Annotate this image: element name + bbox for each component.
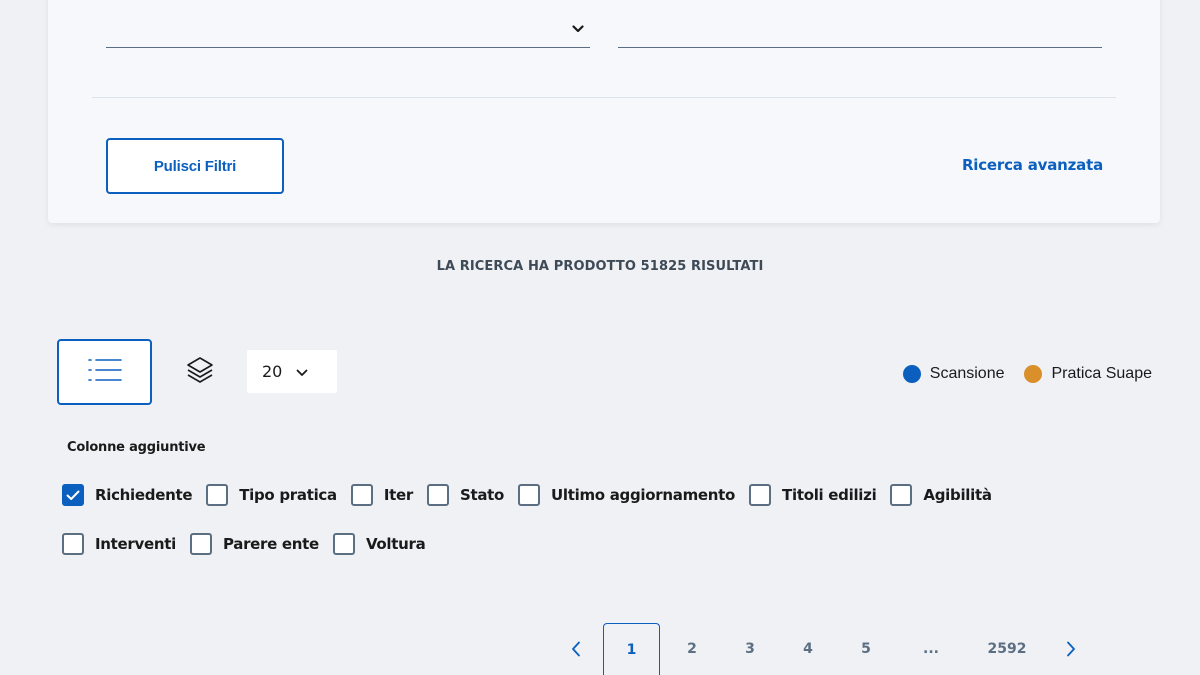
checkbox-label: Richiedente <box>95 486 193 504</box>
additional-columns-title: Colonne aggiuntive <box>67 440 206 455</box>
checkbox-richiedente[interactable]: Richiedente <box>62 484 193 506</box>
columns-row-1: Richiedente Tipo pratica Iter Stato Ulti… <box>62 484 1006 506</box>
checkbox-label: Stato <box>459 486 505 504</box>
page-button[interactable]: 2 <box>663 623 721 675</box>
checkbox-box[interactable] <box>206 484 229 506</box>
filter-select[interactable] <box>106 8 590 48</box>
divider <box>92 97 1116 98</box>
advanced-search-link[interactable]: Ricerca avanzata <box>962 156 1103 174</box>
legend-item-scansione: Scansione <box>902 365 1005 383</box>
checkbox-interventi[interactable]: Interventi <box>62 533 176 555</box>
checkbox-box[interactable] <box>62 484 84 506</box>
page-button[interactable]: 5 <box>837 623 895 675</box>
checkbox-parere-ente[interactable]: Parere ente <box>189 533 319 555</box>
checkbox-label: Parere ente <box>222 535 319 553</box>
page-button[interactable]: 3 <box>721 623 779 675</box>
checkbox-voltura[interactable]: Voltura <box>332 533 426 555</box>
page-size-value: 20 <box>262 362 283 381</box>
checkbox-stato[interactable]: Stato <box>426 484 505 506</box>
layers-view-button[interactable] <box>180 354 220 390</box>
checkbox-label: Voltura <box>365 535 426 553</box>
clear-filters-button[interactable]: Pulisci Filtri <box>106 138 284 194</box>
checkbox-agibilita[interactable]: Agibilità <box>890 484 992 506</box>
checkbox-tipo-pratica[interactable]: Tipo pratica <box>206 484 337 506</box>
list-icon <box>87 357 123 387</box>
layers-icon <box>185 355 215 389</box>
next-page-button[interactable] <box>1047 623 1095 675</box>
previous-page-button[interactable] <box>552 623 600 675</box>
legend: Scansione Pratica Suape <box>902 364 1152 384</box>
check-icon <box>66 490 80 500</box>
checkbox-label: Iter <box>383 486 413 504</box>
checkbox-box[interactable] <box>350 484 373 506</box>
page-button-last[interactable]: 2592 <box>967 623 1047 675</box>
checkbox-titoli-edilizi[interactable]: Titoli edilizi <box>749 484 877 506</box>
checkbox-box[interactable] <box>426 484 449 506</box>
chevron-down-icon <box>296 362 308 381</box>
legend-item-pratica-suape: Pratica Suape <box>1024 365 1152 383</box>
checkbox-box[interactable] <box>189 533 212 555</box>
page-size-select[interactable]: 20 <box>247 350 337 393</box>
list-view-button[interactable] <box>57 339 152 405</box>
blue-dot-icon <box>902 365 921 383</box>
results-summary: LA RICERCA HA PRODOTTO 51825 RISULTATI <box>436 259 764 274</box>
filter-card: Pulisci Filtri Ricerca avanzata <box>48 0 1160 223</box>
chevron-right-icon <box>1067 641 1075 657</box>
legend-label: Pratica Suape <box>1051 365 1152 382</box>
checkbox-label: Tipo pratica <box>239 486 337 504</box>
page-button-current[interactable]: 1 <box>603 623 660 675</box>
checkbox-ultimo-aggiornamento[interactable]: Ultimo aggiornamento <box>518 484 735 506</box>
checkbox-box[interactable] <box>518 484 541 506</box>
checkbox-box[interactable] <box>62 533 84 555</box>
checkbox-label: Agibilità <box>923 486 992 504</box>
checkbox-label: Interventi <box>95 535 176 553</box>
chevron-down-icon <box>566 20 590 38</box>
legend-label: Scansione <box>929 365 1005 382</box>
pagination-ellipsis: ... <box>923 641 939 657</box>
checkbox-label: Titoli edilizi <box>782 486 877 504</box>
checkbox-box[interactable] <box>890 484 913 506</box>
page-button[interactable]: 4 <box>779 623 837 675</box>
chevron-left-icon <box>572 641 580 657</box>
filter-text-input[interactable] <box>618 8 1102 48</box>
checkbox-box[interactable] <box>749 484 772 506</box>
orange-dot-icon <box>1024 365 1043 383</box>
pagination: 1 2 3 4 5 ... 2592 <box>552 623 1095 675</box>
checkbox-label: Ultimo aggiornamento <box>551 486 736 504</box>
columns-row-2: Interventi Parere ente Voltura <box>62 533 439 555</box>
checkbox-iter[interactable]: Iter <box>350 484 413 506</box>
checkbox-box[interactable] <box>332 533 355 555</box>
